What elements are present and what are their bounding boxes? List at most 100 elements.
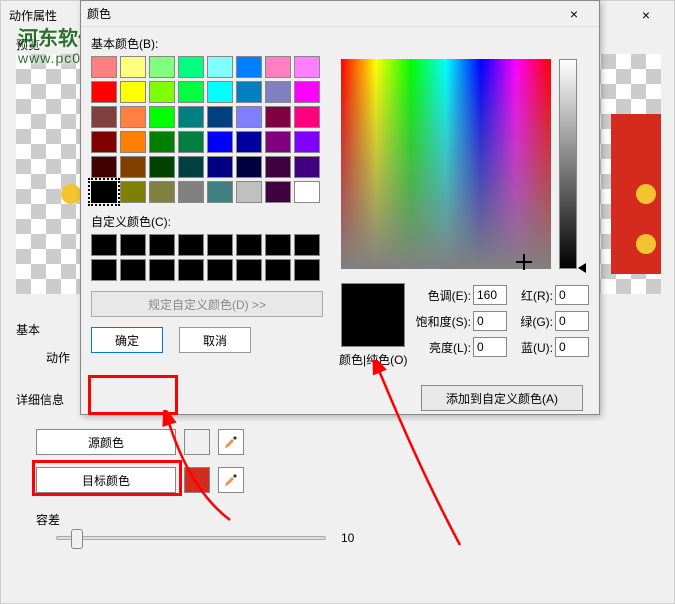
tolerance-slider[interactable] [56,536,326,540]
basic-color-swatch[interactable] [120,81,146,103]
blue-row: 蓝(U): [511,337,589,357]
custom-color-swatch[interactable] [265,259,291,281]
target-color-row: 目标颜色 [36,467,244,493]
tolerance-slider-thumb[interactable] [71,529,83,549]
custom-color-swatch[interactable] [236,259,262,281]
basic-color-swatch[interactable] [149,181,175,203]
basic-color-swatch[interactable] [178,81,204,103]
basic-colors-label: 基本颜色(B): [91,35,589,52]
define-custom-colors-button[interactable]: 规定自定义颜色(D) >> [91,291,323,317]
target-color-button[interactable]: 目标颜色 [36,467,176,493]
basic-color-swatch[interactable] [265,131,291,153]
basic-color-swatch[interactable] [294,131,320,153]
preview-shape-dot [636,184,656,204]
basic-color-swatch[interactable] [265,181,291,203]
basic-color-swatch[interactable] [265,81,291,103]
basic-color-swatch[interactable] [178,106,204,128]
lum-label: 亮度(L): [411,339,471,356]
red-input[interactable] [555,285,589,305]
basic-color-swatch[interactable] [91,56,117,78]
blue-label: 蓝(U): [511,339,553,356]
basic-color-swatch[interactable] [207,156,233,178]
color-dialog-body: 基本颜色(B): 自定义颜色(C): 规定自定义颜色(D) >> 确定 取消 颜… [81,27,599,361]
lum-input[interactable] [473,337,507,357]
basic-color-swatch[interactable] [91,106,117,128]
basic-color-swatch[interactable] [120,106,146,128]
basic-color-swatch[interactable] [294,81,320,103]
luminosity-slider[interactable] [559,59,577,269]
cancel-button[interactable]: 取消 [179,327,251,353]
basic-color-swatch[interactable] [178,56,204,78]
section-basic-label: 基本 [16,321,40,338]
basic-color-swatch[interactable] [178,181,204,203]
sat-row: 饱和度(S): [411,311,507,331]
source-color-button[interactable]: 源颜色 [36,429,176,455]
ok-button[interactable]: 确定 [91,327,163,353]
custom-color-swatch[interactable] [120,259,146,281]
custom-color-swatch[interactable] [91,259,117,281]
custom-color-swatch[interactable] [265,234,291,256]
basic-color-swatch[interactable] [265,106,291,128]
custom-color-swatch[interactable] [91,234,117,256]
basic-color-swatch[interactable] [120,131,146,153]
basic-color-swatch[interactable] [236,106,262,128]
basic-color-swatch[interactable] [265,56,291,78]
custom-color-swatch[interactable] [294,234,320,256]
luminosity-arrow-icon [578,263,586,273]
red-label: 红(R): [511,287,553,304]
basic-color-swatch[interactable] [91,81,117,103]
custom-color-swatch[interactable] [120,234,146,256]
source-color-swatch [184,429,210,455]
eyedropper-button[interactable] [218,467,244,493]
basic-color-swatch[interactable] [91,156,117,178]
basic-color-swatch[interactable] [120,56,146,78]
basic-color-swatch[interactable] [207,106,233,128]
basic-color-swatch[interactable] [236,56,262,78]
basic-color-swatch[interactable] [294,156,320,178]
add-to-custom-button[interactable]: 添加到自定义颜色(A) [421,385,583,411]
color-dialog-close-button[interactable]: × [555,3,593,25]
basic-color-swatch[interactable] [294,56,320,78]
color-spectrum[interactable] [341,59,551,269]
basic-color-swatch[interactable] [149,81,175,103]
basic-color-swatch[interactable] [236,81,262,103]
preview-shape-dot [636,234,656,254]
basic-color-swatch[interactable] [120,181,146,203]
basic-color-swatch[interactable] [178,131,204,153]
basic-color-swatch[interactable] [149,131,175,153]
basic-color-swatch[interactable] [149,106,175,128]
basic-color-swatch[interactable] [207,131,233,153]
basic-color-swatch[interactable] [236,131,262,153]
basic-color-swatch[interactable] [236,156,262,178]
main-close-button[interactable]: × [626,3,666,27]
basic-color-swatch[interactable] [207,56,233,78]
custom-color-swatch[interactable] [207,259,233,281]
hue-input[interactable] [473,285,507,305]
blue-input[interactable] [555,337,589,357]
green-input[interactable] [555,311,589,331]
custom-color-swatch[interactable] [178,234,204,256]
custom-color-swatch[interactable] [149,259,175,281]
basic-color-swatch[interactable] [265,156,291,178]
basic-color-swatch[interactable] [91,131,117,153]
custom-color-swatch[interactable] [236,234,262,256]
basic-color-swatch[interactable] [294,106,320,128]
custom-color-swatch[interactable] [178,259,204,281]
main-title: 动作属性 [9,7,57,24]
custom-color-swatch[interactable] [149,234,175,256]
basic-color-swatch[interactable] [149,156,175,178]
basic-color-swatch[interactable] [120,156,146,178]
basic-color-swatch[interactable] [294,181,320,203]
custom-color-swatch[interactable] [207,234,233,256]
basic-color-swatch[interactable] [91,181,117,203]
basic-color-swatch[interactable] [207,181,233,203]
basic-color-swatch[interactable] [149,56,175,78]
basic-color-swatch[interactable] [207,81,233,103]
color-dialog-title: 颜色 [87,5,111,22]
custom-color-swatch[interactable] [294,259,320,281]
sat-input[interactable] [473,311,507,331]
eyedropper-button[interactable] [218,429,244,455]
eyedropper-icon [223,434,239,450]
basic-color-swatch[interactable] [236,181,262,203]
basic-color-swatch[interactable] [178,156,204,178]
